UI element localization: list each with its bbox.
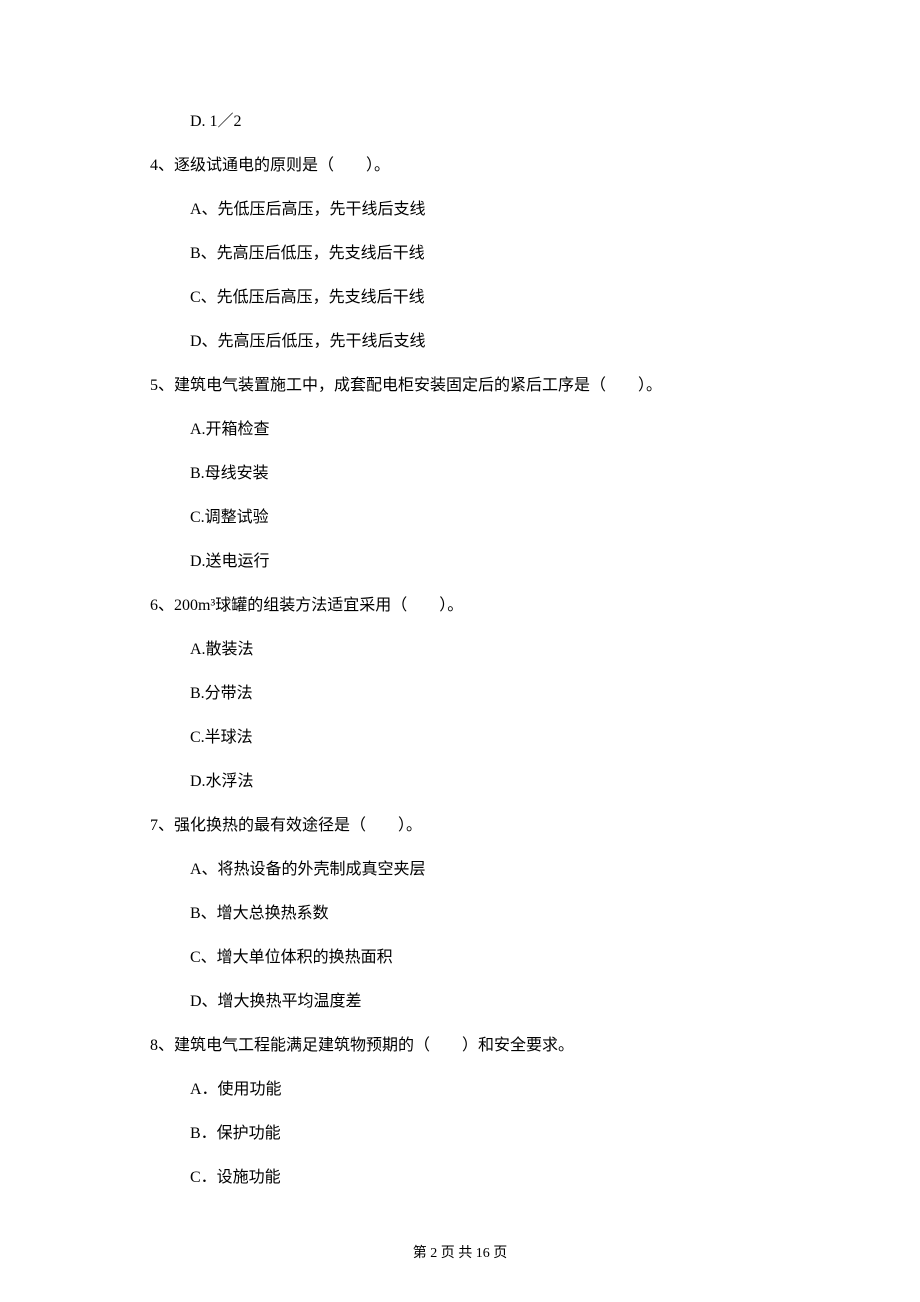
question-number: 4、 xyxy=(150,157,174,174)
option-text: D、先高压后低压，先干线后支线 xyxy=(150,330,770,354)
question-stem: 6、200m³球罐的组装方法适宜采用（ ）。 xyxy=(150,594,770,618)
option-text: B、增大总换热系数 xyxy=(150,902,770,926)
option-text: B.分带法 xyxy=(150,682,770,706)
option-text: C、先低压后高压，先支线后干线 xyxy=(150,286,770,310)
document-page: D. 1／2 4、逐级试通电的原则是（ ）。 A、先低压后高压，先干线后支线 B… xyxy=(0,0,920,1302)
question-stem: 8、建筑电气工程能满足建筑物预期的（ ）和安全要求。 xyxy=(150,1034,770,1058)
question-text: 建筑电气装置施工中，成套配电柜安装固定后的紧后工序是（ ）。 xyxy=(174,377,662,394)
question-number: 7、 xyxy=(150,817,174,834)
question-stem: 5、建筑电气装置施工中，成套配电柜安装固定后的紧后工序是（ ）。 xyxy=(150,374,770,398)
option-text: D.送电运行 xyxy=(150,550,770,574)
option-text: C.调整试验 xyxy=(150,506,770,530)
question-text: 建筑电气工程能满足建筑物预期的（ ）和安全要求。 xyxy=(174,1037,574,1054)
question-text: 强化换热的最有效途径是（ ）。 xyxy=(174,817,422,834)
option-text: C、增大单位体积的换热面积 xyxy=(150,946,770,970)
option-text: C.半球法 xyxy=(150,726,770,750)
option-text: A、将热设备的外壳制成真空夹层 xyxy=(150,858,770,882)
question-number: 8、 xyxy=(150,1037,174,1054)
question-number: 5、 xyxy=(150,377,174,394)
question-stem: 7、强化换热的最有效途径是（ ）。 xyxy=(150,814,770,838)
option-text: A.散装法 xyxy=(150,638,770,662)
option-text: A、先低压后高压，先干线后支线 xyxy=(150,198,770,222)
question-text: 逐级试通电的原则是（ ）。 xyxy=(174,157,390,174)
option-text: A.开箱检查 xyxy=(150,418,770,442)
option-text: D、增大换热平均温度差 xyxy=(150,990,770,1014)
option-text: B．保护功能 xyxy=(150,1122,770,1146)
question-stem: 4、逐级试通电的原则是（ ）。 xyxy=(150,154,770,178)
question-text: 200m³球罐的组装方法适宜采用（ ）。 xyxy=(174,597,463,614)
option-text: D. 1／2 xyxy=(150,110,770,134)
option-text: D.水浮法 xyxy=(150,770,770,794)
option-text: B、先高压后低压，先支线后干线 xyxy=(150,242,770,266)
page-footer: 第 2 页 共 16 页 xyxy=(0,1243,920,1264)
question-number: 6、 xyxy=(150,597,174,614)
option-text: A．使用功能 xyxy=(150,1078,770,1102)
option-text: C．设施功能 xyxy=(150,1166,770,1190)
option-text: B.母线安装 xyxy=(150,462,770,486)
